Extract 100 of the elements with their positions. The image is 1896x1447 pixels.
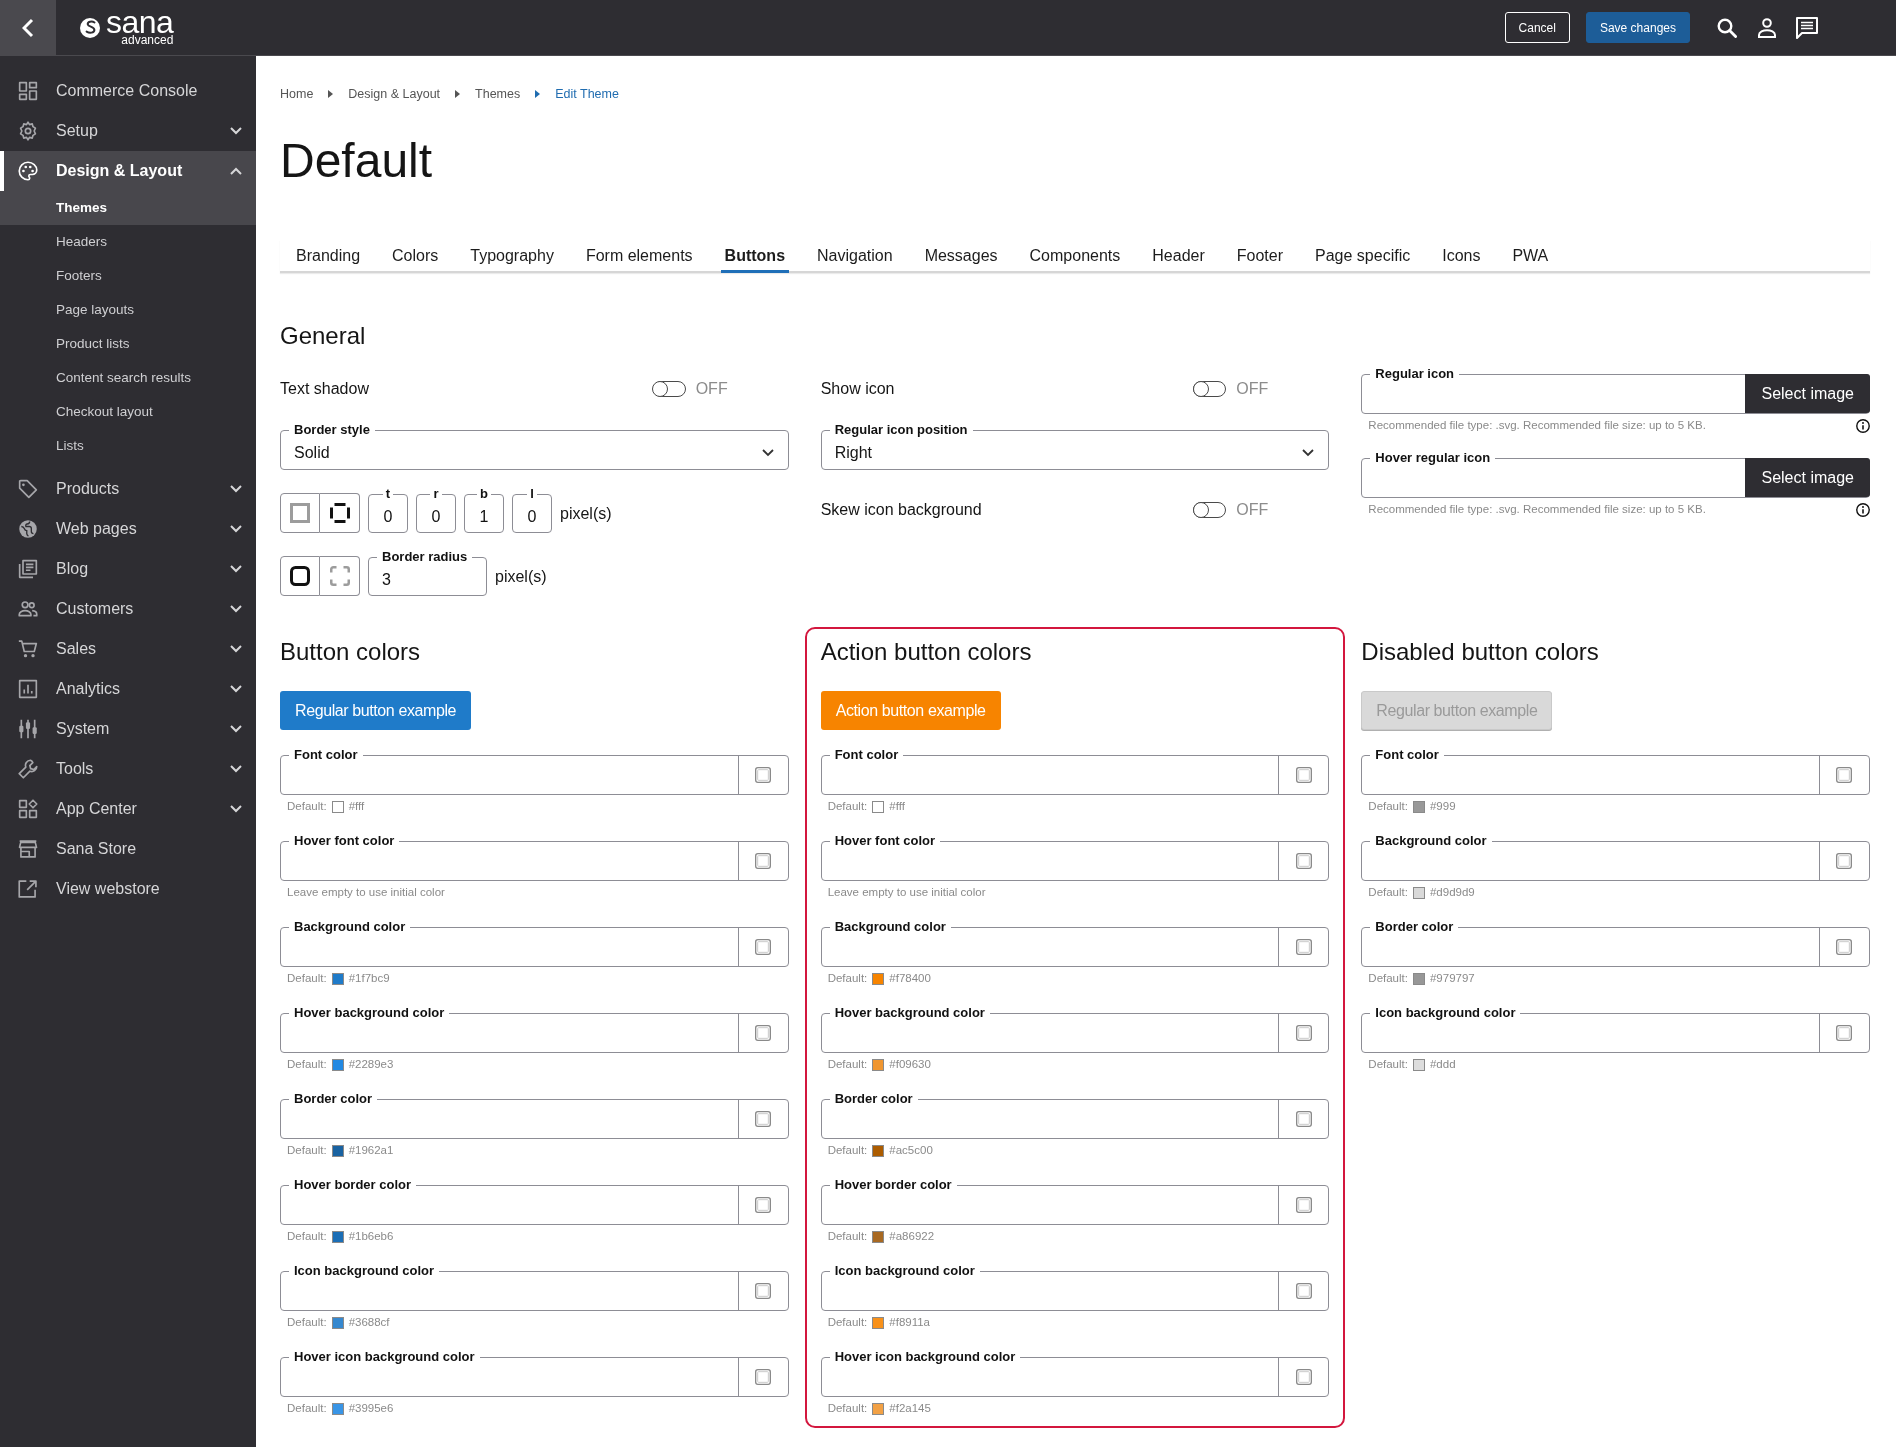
sidebar-subitem[interactable]: Headers	[0, 225, 256, 259]
sidebar-subitem[interactable]: Checkout layout	[0, 395, 256, 429]
color-field[interactable]: Icon background color	[280, 1264, 789, 1311]
number-input[interactable]: 1	[465, 501, 503, 532]
color-field[interactable]: Icon background color	[1361, 1006, 1870, 1053]
sidebar-item[interactable]: Sales	[0, 629, 256, 669]
example-button[interactable]: Regular button example	[280, 691, 472, 730]
rounded-square-icon	[290, 566, 310, 586]
sidebar-item[interactable]: Customers	[0, 589, 256, 629]
settings-tab[interactable]: PWA	[1508, 240, 1553, 273]
cancel-button[interactable]: Cancel	[1504, 12, 1570, 43]
color-field[interactable]: Font color	[820, 748, 1330, 795]
number-field[interactable]: l 0	[512, 487, 552, 533]
color-field[interactable]: Hover background color	[280, 1006, 789, 1053]
number-input[interactable]: 0	[513, 501, 551, 532]
sidebar-item[interactable]: Blog	[0, 549, 256, 589]
settings-tab[interactable]: Page specific	[1311, 240, 1415, 273]
settings-tab[interactable]: Form elements	[581, 240, 697, 273]
sidebar-item[interactable]: Commerce Console	[0, 71, 256, 111]
color-field[interactable]: Hover icon background color	[280, 1350, 789, 1397]
color-field[interactable]: Font color	[280, 748, 789, 795]
toggle-switch[interactable]	[1193, 502, 1227, 518]
chevron-down-icon	[1302, 449, 1315, 457]
color-value: #d9d9d9	[1429, 885, 1475, 901]
number-field[interactable]: Border radius 3	[368, 550, 487, 596]
breadcrumb-link[interactable]: Themes	[475, 84, 521, 104]
field-label: Regular icon position	[833, 423, 969, 437]
corner-brackets-icon	[329, 566, 350, 586]
settings-tab[interactable]: Branding	[292, 240, 365, 273]
chevron-left-icon	[22, 17, 34, 38]
settings-tab[interactable]: Typography	[466, 240, 558, 273]
color-field[interactable]: Icon background color	[820, 1264, 1330, 1311]
dropdown-field[interactable]: Border style Solid	[280, 423, 789, 470]
settings-tab[interactable]: Colors	[388, 240, 443, 273]
breadcrumb-link[interactable]: Home	[280, 84, 314, 104]
sidebar-item[interactable]: Analytics	[0, 669, 256, 709]
sidebar-subitem[interactable]: Product lists	[0, 327, 256, 361]
settings-tab[interactable]: Icons	[1438, 240, 1485, 273]
field-label: Border color	[293, 1092, 373, 1106]
select-image-button[interactable]: Select image	[1745, 458, 1870, 497]
sidebar-item[interactable]: View webstore	[0, 869, 256, 909]
field-label: Border radius	[381, 550, 469, 564]
color-field[interactable]: Hover font color	[280, 834, 789, 881]
sidebar-item[interactable]: Setup	[0, 111, 256, 151]
color-field[interactable]: Font color	[1361, 748, 1870, 795]
sidebar-item[interactable]: Tools	[0, 749, 256, 789]
color-field[interactable]: Border color	[1361, 920, 1870, 967]
color-field[interactable]: Background color	[820, 920, 1330, 967]
sidebar-subitem[interactable]: Footers	[0, 259, 256, 293]
sidebar-subitem[interactable]: Content search results	[0, 361, 256, 395]
sidebar-item[interactable]: System	[0, 709, 256, 749]
default-label: Default:	[1368, 971, 1408, 987]
settings-tab[interactable]: Messages	[920, 240, 1002, 273]
info-icon	[1856, 418, 1870, 433]
color-field[interactable]: Hover border color	[820, 1178, 1330, 1225]
settings-tab[interactable]: Components	[1025, 240, 1125, 273]
border-mode-button[interactable]	[280, 556, 320, 596]
dropdown-field[interactable]: Regular icon position Right	[820, 423, 1330, 470]
color-field[interactable]: Border color	[280, 1092, 789, 1139]
sidebar-item[interactable]: Sana Store	[0, 829, 256, 869]
settings-tab[interactable]: Header	[1148, 240, 1209, 273]
sidebar-item[interactable]: Web pages	[0, 509, 256, 549]
border-mode-button[interactable]	[320, 493, 360, 533]
breadcrumb-link[interactable]: Design & Layout	[348, 84, 441, 104]
color-field[interactable]: Hover border color	[280, 1178, 789, 1225]
color-field[interactable]: Background color	[1361, 834, 1870, 881]
save-button[interactable]: Save changes	[1585, 12, 1690, 43]
select-image-button[interactable]: Select image	[1745, 374, 1870, 413]
number-field[interactable]: b 1	[464, 487, 504, 533]
file-field[interactable]: Hover regular icon Select image	[1361, 451, 1870, 498]
sidebar-subitem[interactable]: Lists	[0, 429, 256, 463]
sidebar-item[interactable]: App Center	[0, 789, 256, 829]
toggle-state-text: OFF	[1236, 379, 1269, 399]
toggle-label: Show icon	[820, 379, 895, 399]
number-field[interactable]: t 0	[368, 487, 408, 533]
number-input[interactable]: 3	[369, 564, 486, 595]
default-label: Default:	[287, 1315, 327, 1331]
back-button[interactable]	[0, 0, 56, 55]
breadcrumb-link[interactable]: Edit Theme	[555, 84, 619, 104]
file-field[interactable]: Regular icon Select image	[1361, 367, 1870, 414]
settings-tab[interactable]: Footer	[1232, 240, 1287, 273]
storefront-icon	[18, 839, 38, 859]
number-input[interactable]: 0	[417, 501, 455, 532]
number-input[interactable]: 0	[369, 501, 407, 532]
color-field[interactable]: Border color	[820, 1092, 1330, 1139]
color-field[interactable]: Hover background color	[820, 1006, 1330, 1053]
settings-tab[interactable]: Buttons	[720, 240, 790, 273]
toggle-label: Skew icon background	[820, 500, 982, 520]
settings-tab[interactable]: Navigation	[813, 240, 897, 273]
toggle-switch[interactable]	[1193, 381, 1227, 397]
sidebar-subitem[interactable]: Themes	[0, 191, 256, 225]
color-field[interactable]: Background color	[280, 920, 789, 967]
sidebar-item[interactable]: Products	[0, 469, 256, 509]
sidebar-item[interactable]: Design & Layout	[0, 151, 256, 191]
color-value: #fff	[889, 799, 905, 815]
sidebar-subitem[interactable]: Page layouts	[0, 293, 256, 327]
color-field[interactable]: Hover font color	[820, 834, 1330, 881]
color-value: #fff	[348, 799, 365, 815]
toggle-switch[interactable]	[652, 381, 686, 397]
color-field[interactable]: Hover icon background color	[820, 1350, 1330, 1397]
